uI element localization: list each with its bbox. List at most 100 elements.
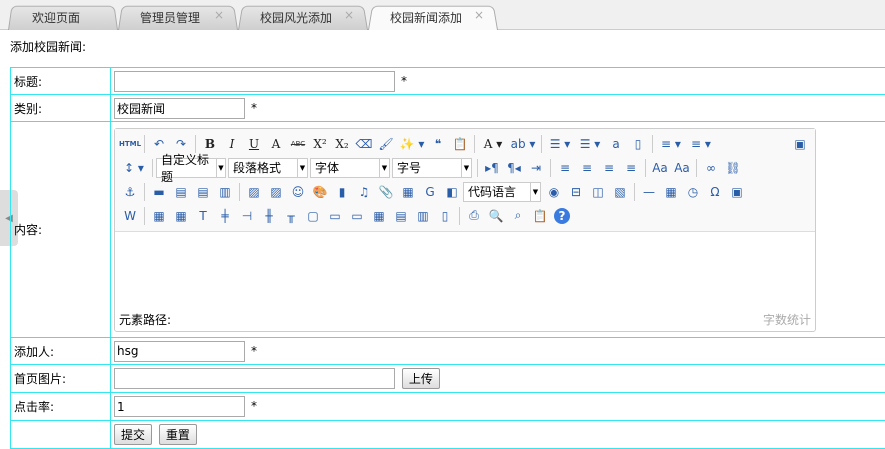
ltr-icon[interactable]: ▸¶ (481, 158, 503, 178)
spechars-icon[interactable]: Ω (704, 182, 726, 202)
rowspacingbottom-icon[interactable]: ≡ ▾ (686, 134, 716, 154)
reset-button[interactable]: 重置 (158, 424, 197, 445)
unorderedlist-icon[interactable]: ☰ ▾ (575, 134, 605, 154)
gmap-icon[interactable]: G (419, 182, 441, 202)
category-input[interactable] (114, 97, 245, 119)
template-icon[interactable]: ◫ (587, 182, 609, 202)
selectall-icon[interactable]: a (605, 134, 627, 154)
tolowercase-icon[interactable]: Aa (671, 158, 693, 178)
rowspacingtop-icon[interactable]: ≡ ▾ (656, 134, 686, 154)
emotion-icon[interactable]: ☺ (287, 182, 309, 202)
close-icon[interactable]: × (474, 8, 484, 22)
music-icon[interactable]: ♫ (353, 182, 375, 202)
justifycenter-icon[interactable]: ≡ (576, 158, 598, 178)
cleardoc-icon[interactable]: ▯ (627, 134, 649, 154)
deletecol-icon[interactable]: ╥ (280, 206, 302, 226)
indent-icon[interactable]: ⇥ (525, 158, 547, 178)
blockquote-icon[interactable]: ❝ (427, 134, 449, 154)
link-icon[interactable]: ∞ (700, 158, 722, 178)
subscript-icon[interactable]: X₂ (331, 134, 353, 154)
toolbar-dropdown[interactable]: 代码语言 ▼ (463, 181, 541, 202)
background-icon[interactable]: ▧ (609, 182, 631, 202)
forecolor-icon[interactable]: A ▾ (478, 134, 508, 154)
snapscreen-icon[interactable]: ▣ (726, 182, 748, 202)
imagecenter-icon[interactable]: ▥ (214, 182, 236, 202)
date-icon[interactable]: ▦ (660, 182, 682, 202)
rtl-icon[interactable]: ¶◂ (503, 158, 525, 178)
upload-button[interactable]: 上传 (401, 368, 440, 389)
splittorows-icon[interactable]: ▤ (390, 206, 412, 226)
deletetable-icon[interactable]: ▦ (170, 206, 192, 226)
justifyleft-icon[interactable]: ≡ (554, 158, 576, 178)
required-mark: * (401, 73, 407, 88)
submit-button[interactable]: 提交 (114, 424, 153, 445)
horizontal-icon[interactable]: — (638, 182, 660, 202)
inserttable-icon[interactable]: ▦ (148, 206, 170, 226)
toolbar-dropdown[interactable]: 自定义标题 ▼ (156, 153, 226, 184)
imagenone-icon[interactable]: ▬ (148, 182, 170, 202)
video-icon[interactable]: ▮ (331, 182, 353, 202)
webapp-icon[interactable]: ◉ (543, 182, 565, 202)
charts-icon[interactable]: ▯ (434, 206, 456, 226)
searchfind-icon[interactable]: ⌕ (507, 206, 529, 226)
frame-icon[interactable]: ◧ (441, 182, 463, 202)
toolbar-dropdown[interactable]: 字号 ▼ (392, 157, 472, 178)
italic-icon[interactable]: I (221, 134, 243, 154)
required-mark: * (251, 100, 257, 115)
searchreplace-icon[interactable]: 🔍 (485, 206, 507, 226)
backcolor-icon[interactable]: ab ▾ (508, 134, 538, 154)
splittocells-icon[interactable]: ▦ (368, 206, 390, 226)
anchor-icon[interactable]: ⚓ (119, 182, 141, 202)
insertrow-icon[interactable]: ╪ (214, 206, 236, 226)
autotypeset-icon[interactable]: ✨ ▾ (397, 134, 427, 154)
imageright-icon[interactable]: ▤ (192, 182, 214, 202)
map-icon[interactable]: ▦ (397, 182, 419, 202)
print-icon[interactable]: ⎙ (463, 206, 485, 226)
touppercase-icon[interactable]: Aa (649, 158, 671, 178)
close-icon[interactable]: × (214, 8, 224, 22)
scrawl-icon[interactable]: 🎨 (309, 182, 331, 202)
category-label: 类别: (10, 94, 111, 122)
deleterow-icon[interactable]: ⊣ (236, 206, 258, 226)
imageleft-icon[interactable]: ▤ (170, 182, 192, 202)
formatmatch-icon[interactable]: 🖌 (375, 134, 397, 154)
attachment-icon[interactable]: 📎 (375, 182, 397, 202)
splittocols-icon[interactable]: ▥ (412, 206, 434, 226)
orderedlist-icon[interactable]: ☰ ▾ (545, 134, 575, 154)
preview-icon[interactable]: ▣ (789, 134, 811, 154)
toolbar-separator (152, 158, 153, 177)
pagebreak-icon[interactable]: ⊟ (565, 182, 587, 202)
drafts-icon[interactable]: 📋 (529, 206, 551, 226)
lineheight-icon[interactable]: ↕ ▾ (119, 158, 149, 178)
image-icon[interactable]: ▨ (243, 182, 265, 202)
strikethrough-icon[interactable]: ABC (287, 134, 309, 154)
required-mark: * (251, 343, 257, 358)
time-icon[interactable]: ◷ (682, 182, 704, 202)
editor-content-area[interactable] (115, 232, 815, 308)
author-input[interactable] (114, 340, 245, 362)
mergedown-icon[interactable]: ▭ (346, 206, 368, 226)
justifyright-icon[interactable]: ≡ (598, 158, 620, 178)
toolbar-dropdown[interactable]: 段落格式 ▼ (228, 157, 308, 178)
underline-icon[interactable]: U (243, 134, 265, 154)
mergeright-icon[interactable]: ▭ (324, 206, 346, 226)
multiimage-icon[interactable]: ▨ (265, 182, 287, 202)
toolbar-dropdown[interactable]: 字体 ▼ (310, 157, 390, 178)
html-icon[interactable]: HTML (119, 134, 141, 154)
eraser-icon[interactable]: ⌫ (353, 134, 375, 154)
image-path-input[interactable] (114, 368, 395, 389)
unlink-icon[interactable]: ⛓ (722, 158, 744, 178)
pasteplain-icon[interactable]: 📋 (449, 134, 471, 154)
fontborder-icon[interactable]: A (265, 134, 287, 154)
superscript-icon[interactable]: X² (309, 134, 331, 154)
justifyjustify-icon[interactable]: ≡ (620, 158, 642, 178)
title-input[interactable] (114, 70, 395, 92)
clicks-input[interactable] (114, 396, 245, 417)
close-icon[interactable]: × (344, 8, 354, 22)
help-icon[interactable]: ? (554, 207, 570, 224)
mergecells-icon[interactable]: ▢ (302, 206, 324, 226)
author-label: 添加人: (10, 337, 111, 365)
wordimage-icon[interactable]: W (119, 206, 141, 226)
insertparagraph-icon[interactable]: T (192, 206, 214, 226)
insertcol-icon[interactable]: ╫ (258, 206, 280, 226)
